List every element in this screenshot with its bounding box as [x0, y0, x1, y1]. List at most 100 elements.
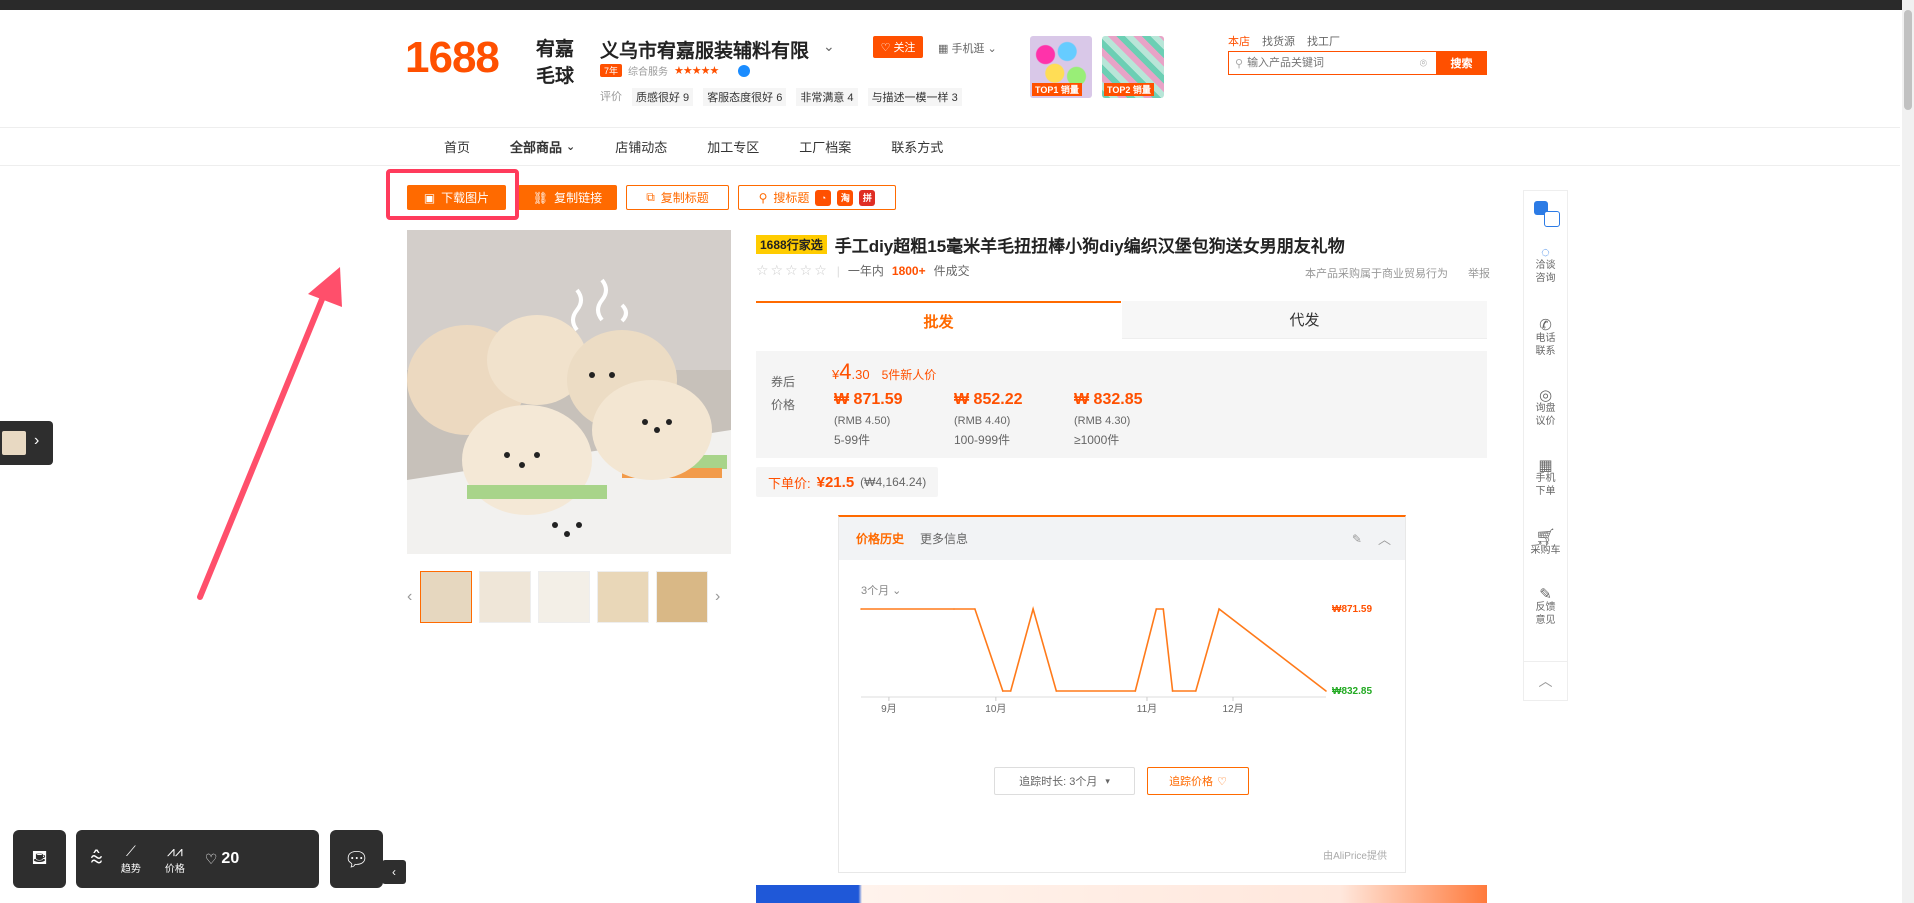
price-tier: ₩ 832.85 (RMB 4.30) ≥1000件: [1074, 391, 1142, 448]
price-point: [1195, 690, 1197, 692]
price-history-panel: 价格历史 更多信息 ✎ ︿ 3个月 ⌄ 9月 10月 11月 12月 ₩871.59 ₩8…: [838, 515, 1406, 873]
sidebar-inquiry[interactable]: ◎ 询盘议价: [1524, 388, 1567, 428]
mobile-shop-link[interactable]: ▦ 手机逛 ⌄: [938, 40, 997, 56]
heart-icon: ♡: [880, 41, 891, 54]
price-button[interactable]: ⩘⩘ 价格: [165, 843, 185, 875]
thumbnail[interactable]: [538, 571, 590, 623]
tier-price: ₩ 852.22: [954, 391, 1023, 408]
search-title-button[interactable]: ⚲ 搜标题 ◔ 淘 拼: [738, 185, 896, 210]
extension-toolbar: ⩯ ⟋ 趋势 ⩘⩘ 价格 ♡ 20: [76, 830, 319, 888]
edit-icon[interactable]: ✎: [1352, 532, 1362, 546]
aliprice-credit: 由AliPrice提供: [1323, 851, 1387, 862]
after-coupon-label: 券后: [771, 375, 796, 389]
mobile-shop-label: 手机逛: [951, 43, 985, 55]
search-tab-factory[interactable]: 找工厂: [1307, 33, 1340, 49]
chat-icon: ◌: [1541, 244, 1550, 261]
track-duration-select[interactable]: 追踪时长: 3个月 ▾: [994, 767, 1135, 795]
top2-product[interactable]: TOP2 销量: [1102, 36, 1164, 98]
price-point: [953, 608, 955, 610]
top-bar: [0, 0, 1914, 10]
chevron-left-icon[interactable]: ‹: [407, 588, 413, 606]
1688-icon[interactable]: ◔: [815, 189, 832, 206]
service-stars: ★★★★★: [674, 65, 719, 77]
chevron-down-icon[interactable]: ⌄: [823, 38, 835, 55]
sidebar-phone[interactable]: ✆ 电话联系: [1524, 318, 1567, 358]
tier-rmb: (RMB 4.50): [834, 415, 891, 427]
annotation-arrow: [197, 267, 342, 600]
trend-button[interactable]: ⟋ 趋势: [121, 843, 141, 875]
nav-shop-news[interactable]: 店铺动态: [615, 137, 667, 156]
layers-icon[interactable]: ⩯: [90, 846, 103, 872]
price-point: [974, 608, 976, 610]
tab-price-history[interactable]: 价格历史: [856, 530, 904, 547]
copy-title-label: 复制标题: [660, 191, 709, 205]
nav-factory[interactable]: 工厂档案: [799, 137, 851, 156]
chevron-up-icon[interactable]: ︿: [1378, 529, 1391, 548]
search-tabs: 本店 找货源 找工厂: [1228, 33, 1340, 49]
search-title-label: 搜标题: [773, 191, 810, 205]
years-badge: 7年: [600, 64, 623, 77]
copy-icon: ⧉: [646, 190, 655, 204]
camera-icon[interactable]: ⌾: [1420, 56, 1427, 71]
search-tab-store[interactable]: 本店: [1228, 33, 1250, 49]
tab-more-info[interactable]: 更多信息: [920, 530, 968, 547]
sidebar-cart[interactable]: 🛒︎ 采购车: [1524, 530, 1567, 557]
price-point: [1155, 608, 1158, 610]
message-button[interactable]: 💬︎: [330, 830, 383, 888]
tab-wholesale[interactable]: 批发: [756, 301, 1121, 339]
price-point: [1162, 608, 1165, 610]
pinduoduo-icon[interactable]: 拼: [859, 189, 876, 206]
price-label: 价格: [771, 398, 796, 412]
nav-contact[interactable]: 联系方式: [891, 137, 943, 156]
tier-price: ₩ 871.59: [834, 391, 903, 408]
scrollbar-thumb[interactable]: [1904, 10, 1912, 110]
favorite-button[interactable]: ♡ 20: [205, 850, 239, 868]
product-main-image[interactable]: [407, 230, 731, 554]
top2-label: TOP2 销量: [1104, 83, 1154, 96]
scrollbar[interactable]: [1902, 0, 1914, 903]
nav-all-products[interactable]: 全部商品 ⌄: [510, 137, 575, 156]
tab-dropship[interactable]: 代发: [1122, 301, 1487, 339]
report-link[interactable]: 举报: [1468, 265, 1490, 281]
rating-chip: 与描述一模一样 3: [867, 88, 962, 106]
nav-home[interactable]: 首页: [444, 137, 470, 156]
price-point: [1171, 690, 1174, 692]
sidebar-mobile-order[interactable]: ▦ 手机下单: [1524, 458, 1567, 498]
copy-link-button[interactable]: ⛓ 复制链接: [518, 185, 617, 210]
top1-product[interactable]: TOP1 销量: [1030, 36, 1092, 98]
chevron-right-icon[interactable]: ›: [715, 588, 720, 606]
nav-processing[interactable]: 加工专区: [707, 137, 759, 156]
rating-label: 评价: [600, 91, 622, 103]
thumbnail[interactable]: [656, 571, 708, 623]
sidebar-feedback[interactable]: ✎ 反馈意见: [1524, 587, 1567, 627]
thumbnail[interactable]: [479, 571, 531, 623]
thumbnail[interactable]: [597, 571, 649, 623]
price-history-chart: 9月 10月 11月 12月 ₩871.59 ₩832.85: [860, 604, 1372, 715]
left-float-panel[interactable]: ›: [0, 421, 53, 465]
search-input[interactable]: [1243, 56, 1420, 70]
chevron-right-icon: ›: [34, 432, 40, 449]
shopping-bag-button[interactable]: ⛾: [13, 830, 66, 888]
collapse-button[interactable]: ‹: [382, 860, 406, 884]
site-logo[interactable]: 1688: [405, 33, 500, 83]
ratings-row: 评价 质感很好 9 客服态度很好 6 非常满意 4 与描述一模一样 3: [600, 88, 962, 106]
price-point: [1218, 608, 1220, 610]
price-label: 价格: [164, 864, 185, 875]
search-button[interactable]: 搜索: [1436, 51, 1487, 75]
track-price-button[interactable]: 追踪价格 ♡: [1147, 767, 1249, 795]
follow-button[interactable]: ♡ 关注: [873, 36, 923, 58]
copy-title-button[interactable]: ⧉ 复制标题: [626, 185, 729, 210]
factory-banner[interactable]: [756, 885, 1487, 903]
tier-qty: 100-999件: [954, 433, 1011, 447]
shop-name[interactable]: 义乌市宥嘉服装辅料有限: [600, 36, 809, 63]
search-tab-source[interactable]: 找货源: [1262, 33, 1295, 49]
x-tick-label: 9月: [881, 703, 897, 715]
taobao-icon[interactable]: 淘: [837, 189, 854, 206]
thumbnail[interactable]: [420, 571, 472, 623]
sidebar-chat[interactable]: ◌ 洽谈咨询: [1524, 244, 1567, 285]
back-to-top-button[interactable]: ︿: [1523, 661, 1568, 701]
shop-short-name[interactable]: 宥嘉毛球: [536, 36, 580, 90]
heart-icon: ♡: [204, 850, 218, 867]
translate-button[interactable]: [1524, 199, 1567, 229]
search-icon: ⚲: [758, 190, 768, 205]
